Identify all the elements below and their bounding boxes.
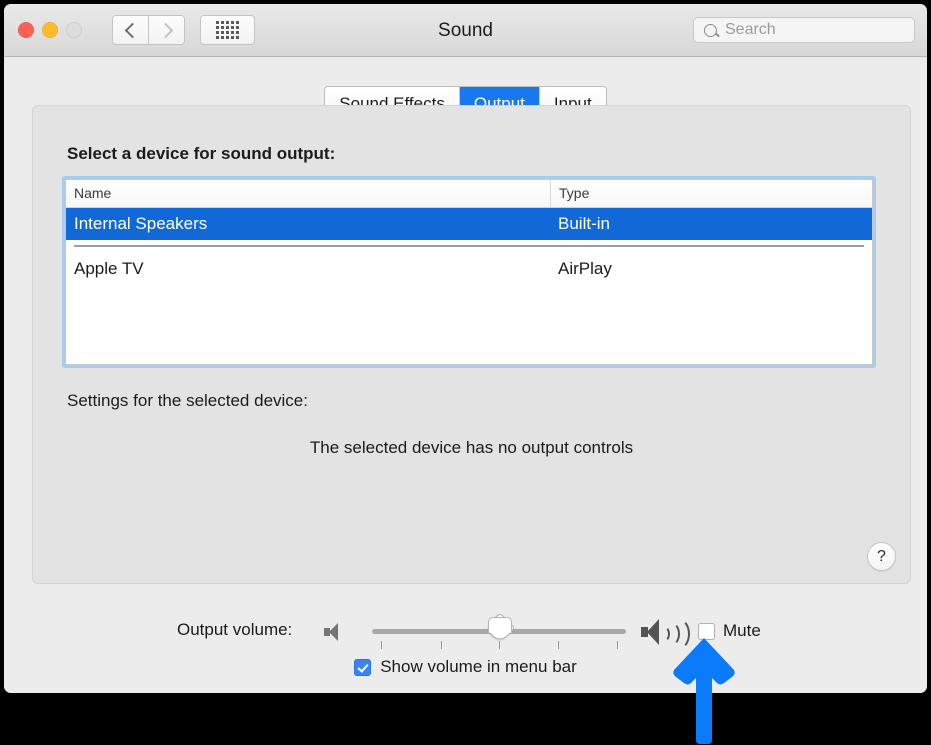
column-header-name[interactable]: Name — [66, 180, 550, 207]
window-titlebar: Sound Search — [4, 4, 927, 57]
output-settings-panel: Select a device for sound output: Name T… — [32, 105, 911, 584]
window-content: Sound Effects Output Input Select a devi… — [4, 57, 927, 693]
device-prompt-label: Select a device for sound output: — [67, 144, 336, 163]
help-button[interactable]: ? — [867, 542, 896, 571]
speaker-low-icon — [324, 623, 344, 641]
search-field[interactable]: Search — [693, 17, 915, 43]
device-table[interactable]: Name Type Internal Speakers Built-in App… — [62, 176, 876, 368]
output-volume-slider[interactable] — [372, 612, 626, 649]
slider-thumb-cap — [488, 617, 512, 633]
device-name: Apple TV — [74, 259, 144, 278]
up-arrow-pointer — [673, 638, 735, 744]
search-icon — [704, 23, 717, 37]
row-separator — [74, 245, 864, 247]
device-table-header: Name Type — [66, 180, 872, 208]
search-placeholder: Search — [725, 21, 776, 38]
settings-label: Settings for the selected device: — [67, 391, 308, 410]
table-row[interactable]: Apple TV AirPlay — [66, 253, 872, 285]
output-volume-row: Output volume: Mute — [4, 612, 927, 652]
sound-preferences-window: Sound Search Sound Effects Output Input … — [4, 4, 927, 693]
device-type: Built-in — [558, 214, 610, 233]
table-row[interactable]: Internal Speakers Built-in — [66, 208, 872, 240]
show-volume-checkbox[interactable] — [354, 658, 372, 676]
column-header-type[interactable]: Type — [550, 180, 872, 207]
device-type: AirPlay — [558, 259, 612, 278]
device-name: Internal Speakers — [74, 214, 208, 233]
show-volume-label: Show volume in menu bar — [380, 657, 577, 676]
output-volume-label: Output volume: — [177, 620, 293, 639]
show-volume-in-menu-bar-row[interactable]: Show volume in menu bar — [4, 657, 927, 677]
slider-ticks — [372, 641, 626, 649]
no-output-controls-message: The selected device has no output contro… — [309, 438, 634, 457]
